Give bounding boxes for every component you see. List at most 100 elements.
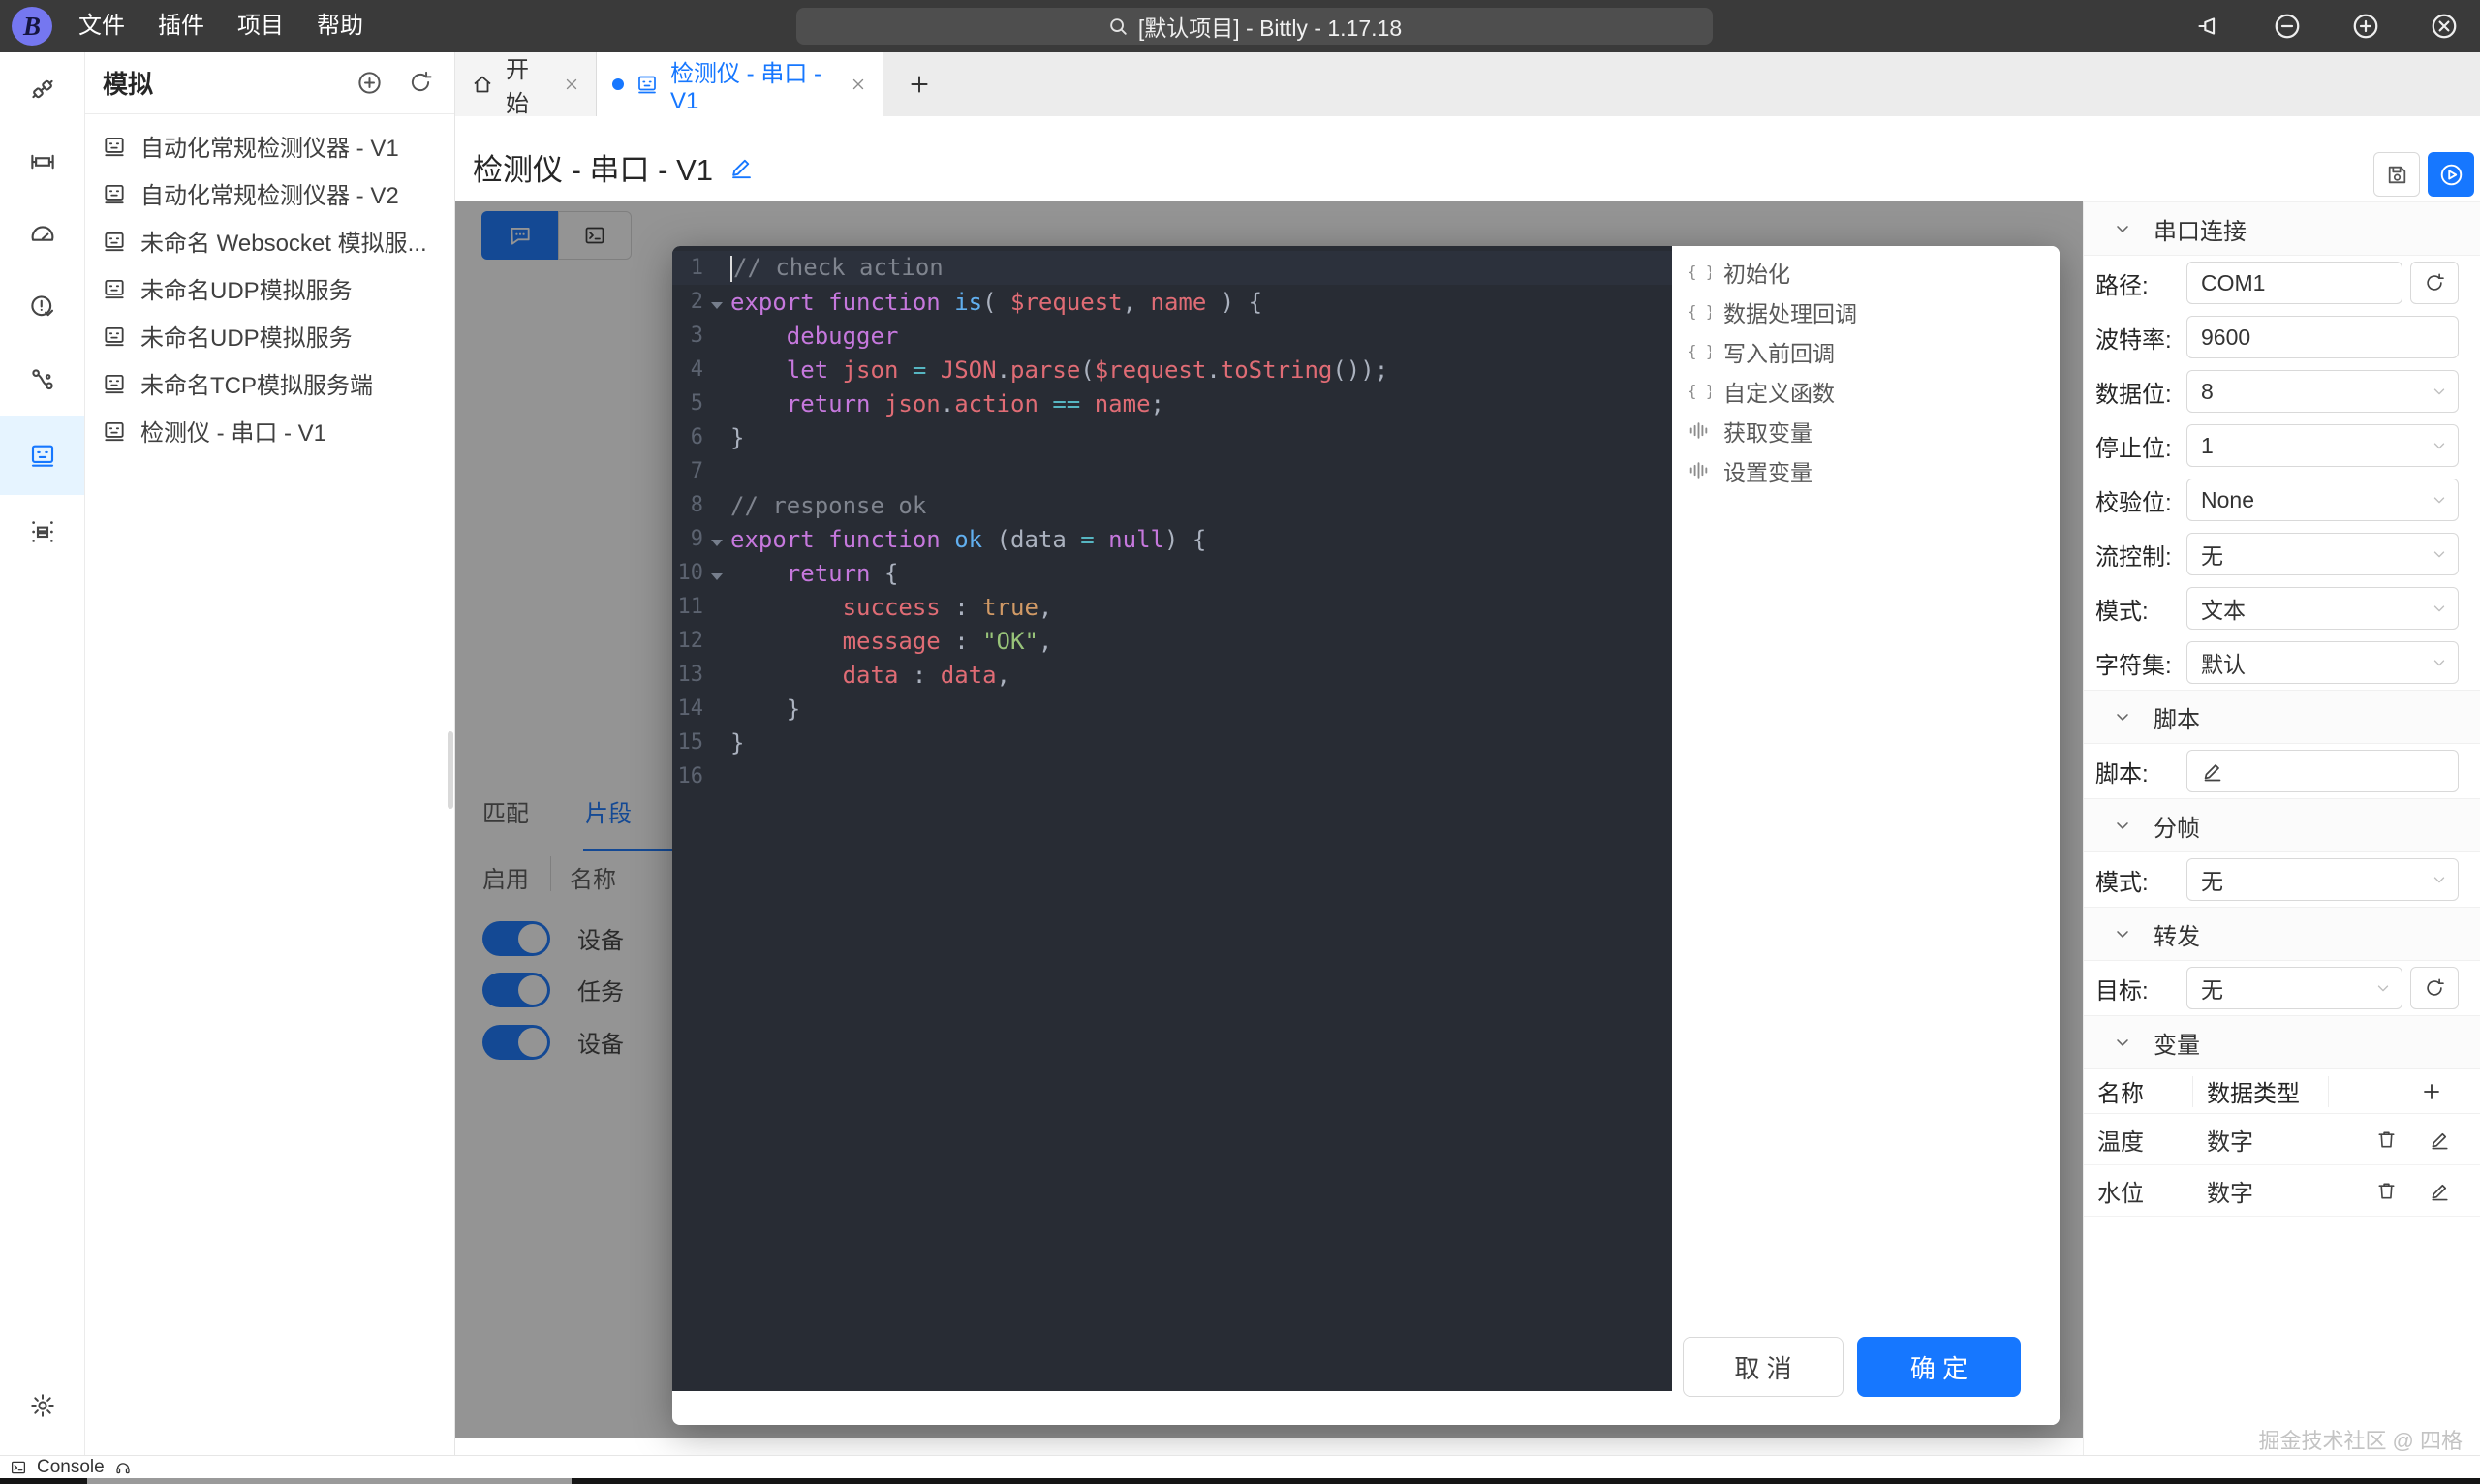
close-tab-icon[interactable] xyxy=(850,76,867,93)
code-line[interactable]: 4 let json = JSON.parse($request.toStrin… xyxy=(672,353,1672,386)
list-item[interactable]: 自动化常规检测仪器 - V1 xyxy=(85,122,454,170)
rail-item-frames[interactable] xyxy=(0,125,84,198)
menu-file[interactable]: 文件 xyxy=(62,0,141,52)
code-line[interactable]: 10 return { xyxy=(672,556,1672,590)
clock-check-icon xyxy=(28,293,57,322)
list-item[interactable]: 未命名UDP模拟服务 xyxy=(85,312,454,359)
rail-item-simulation[interactable] xyxy=(0,416,84,495)
console-label[interactable]: Console xyxy=(37,1457,105,1478)
event-item-init[interactable]: 初始化 xyxy=(1672,252,2060,292)
edit-variable-icon[interactable] xyxy=(2429,1180,2451,1202)
tab-start[interactable]: 开始 xyxy=(455,52,597,117)
list-item[interactable]: 自动化常规检测仪器 - V2 xyxy=(85,170,454,217)
code-line[interactable]: 6} xyxy=(672,420,1672,454)
confirm-button[interactable]: 确 定 xyxy=(1857,1337,2021,1397)
close-window-icon[interactable] xyxy=(2430,12,2459,41)
code-editor[interactable]: 1// check action 2 export function is( $re… xyxy=(672,246,1672,1391)
add-simulation-icon[interactable] xyxy=(356,70,383,96)
list-item[interactable]: 未命名 Websocket 模拟服... xyxy=(85,217,454,264)
cancel-button[interactable]: 取 消 xyxy=(1683,1337,1844,1397)
code-line[interactable]: 16 xyxy=(672,759,1672,793)
code-line[interactable]: 13 data : data, xyxy=(672,658,1672,692)
framing-mode-select[interactable]: 无 xyxy=(2186,858,2459,901)
code-line[interactable]: 3 debugger xyxy=(672,319,1672,353)
save-button[interactable] xyxy=(2373,152,2420,197)
menu-project[interactable]: 项目 xyxy=(221,0,300,52)
edit-variable-icon[interactable] xyxy=(2429,1128,2451,1151)
maximize-window-icon[interactable] xyxy=(2351,12,2380,41)
event-item-data-callback[interactable]: 数据处理回调 xyxy=(1672,292,2060,331)
code-line[interactable]: 7 xyxy=(672,454,1672,488)
stopbits-select[interactable]: 1 xyxy=(2186,424,2459,467)
section-script[interactable]: 脚本 xyxy=(2084,690,2480,744)
code-line[interactable]: 2 export function is( $request, name ) { xyxy=(672,285,1672,319)
flow-icon xyxy=(28,365,57,394)
charset-select[interactable]: 默认 xyxy=(2186,641,2459,684)
fold-caret-icon[interactable] xyxy=(711,302,723,309)
rail-item-settings[interactable] xyxy=(0,1369,84,1441)
parity-select[interactable]: None xyxy=(2186,479,2459,521)
settings-panel: 串口连接 路径: COM1 波特率: 9600 数据位: 8 停止位: 1 校验… xyxy=(2083,201,2480,1455)
project-search-bar[interactable]: [默认项目] - Bittly - 1.17.18 xyxy=(796,8,1713,45)
list-item[interactable]: 未命名TCP模拟服务端 xyxy=(85,359,454,407)
edit-script-button[interactable] xyxy=(2186,750,2459,792)
fold-caret-icon[interactable] xyxy=(711,573,723,580)
edit-title-icon[interactable] xyxy=(728,154,755,180)
page-header: 检测仪 - 串口 - V1 xyxy=(455,116,2480,201)
mode-select[interactable]: 文本 xyxy=(2186,587,2459,630)
field-label: 停止位: xyxy=(2095,435,2172,462)
close-tab-icon[interactable] xyxy=(563,76,580,93)
refresh-targets-button[interactable] xyxy=(2410,967,2459,1009)
code-line[interactable]: 9 export function ok (data = null) { xyxy=(672,522,1672,556)
forward-target-select[interactable]: 无 xyxy=(2186,967,2402,1009)
tab-detector-serial[interactable]: 检测仪 - 串口 - V1 xyxy=(597,52,884,116)
delete-variable-icon[interactable] xyxy=(2375,1180,2398,1202)
search-icon xyxy=(1107,15,1129,37)
rail-item-connections[interactable] xyxy=(0,52,84,125)
refresh-list-icon[interactable] xyxy=(408,70,433,95)
add-variable-icon[interactable] xyxy=(2420,1080,2443,1103)
run-button[interactable] xyxy=(2428,152,2474,197)
section-variables[interactable]: 变量 xyxy=(2084,1015,2480,1069)
baudrate-input[interactable]: 9600 xyxy=(2186,316,2459,358)
sidebar-scrollbar[interactable] xyxy=(448,731,453,809)
minimize-window-icon[interactable] xyxy=(2273,12,2302,41)
event-item-set-variable[interactable]: 设置变量 xyxy=(1672,450,2060,490)
list-item-label: 自动化常规检测仪器 - V1 xyxy=(140,136,399,162)
menu-plugins[interactable]: 插件 xyxy=(141,0,221,52)
robot-icon xyxy=(102,276,127,301)
section-serial-connection[interactable]: 串口连接 xyxy=(2084,201,2480,256)
code-line[interactable]: 15} xyxy=(672,726,1672,759)
code-line[interactable]: 14 } xyxy=(672,692,1672,726)
dirty-indicator xyxy=(612,78,624,90)
section-forward[interactable]: 转发 xyxy=(2084,907,2480,961)
pin-window-icon[interactable] xyxy=(2196,13,2223,40)
code-line[interactable]: 5 return json.action == name; xyxy=(672,386,1672,420)
robot-icon xyxy=(102,181,127,206)
rail-item-test[interactable] xyxy=(0,270,84,343)
path-input[interactable]: COM1 xyxy=(2186,262,2402,304)
fold-caret-icon[interactable] xyxy=(711,540,723,546)
code-line[interactable]: 8// response ok xyxy=(672,488,1672,522)
rail-item-dashboard[interactable] xyxy=(0,198,84,270)
list-item[interactable]: 未命名UDP模拟服务 xyxy=(85,264,454,312)
flowcontrol-select[interactable]: 无 xyxy=(2186,533,2459,575)
list-item[interactable]: 检测仪 - 串口 - V1 xyxy=(85,407,454,454)
event-item-get-variable[interactable]: 获取变量 xyxy=(1672,411,2060,450)
variable-icon xyxy=(1687,458,1711,482)
variables-table-header: 名称 数据类型 xyxy=(2084,1069,2480,1114)
code-line[interactable]: 11 success : true, xyxy=(672,590,1672,624)
rail-item-scan[interactable] xyxy=(0,495,84,568)
rail-item-flow[interactable] xyxy=(0,343,84,416)
event-item-custom-function[interactable]: 自定义函数 xyxy=(1672,371,2060,411)
code-line[interactable]: 1// check action xyxy=(672,251,1672,285)
databits-select[interactable]: 8 xyxy=(2186,370,2459,413)
code-line[interactable]: 12 message : "OK", xyxy=(672,624,1672,658)
new-tab-button[interactable] xyxy=(884,52,955,116)
refresh-ports-button[interactable] xyxy=(2410,262,2459,304)
event-item-before-write[interactable]: 写入前回调 xyxy=(1672,331,2060,371)
delete-variable-icon[interactable] xyxy=(2375,1128,2398,1151)
menu-help[interactable]: 帮助 xyxy=(300,0,380,52)
section-framing[interactable]: 分帧 xyxy=(2084,798,2480,852)
headphones-icon[interactable] xyxy=(114,1459,132,1476)
